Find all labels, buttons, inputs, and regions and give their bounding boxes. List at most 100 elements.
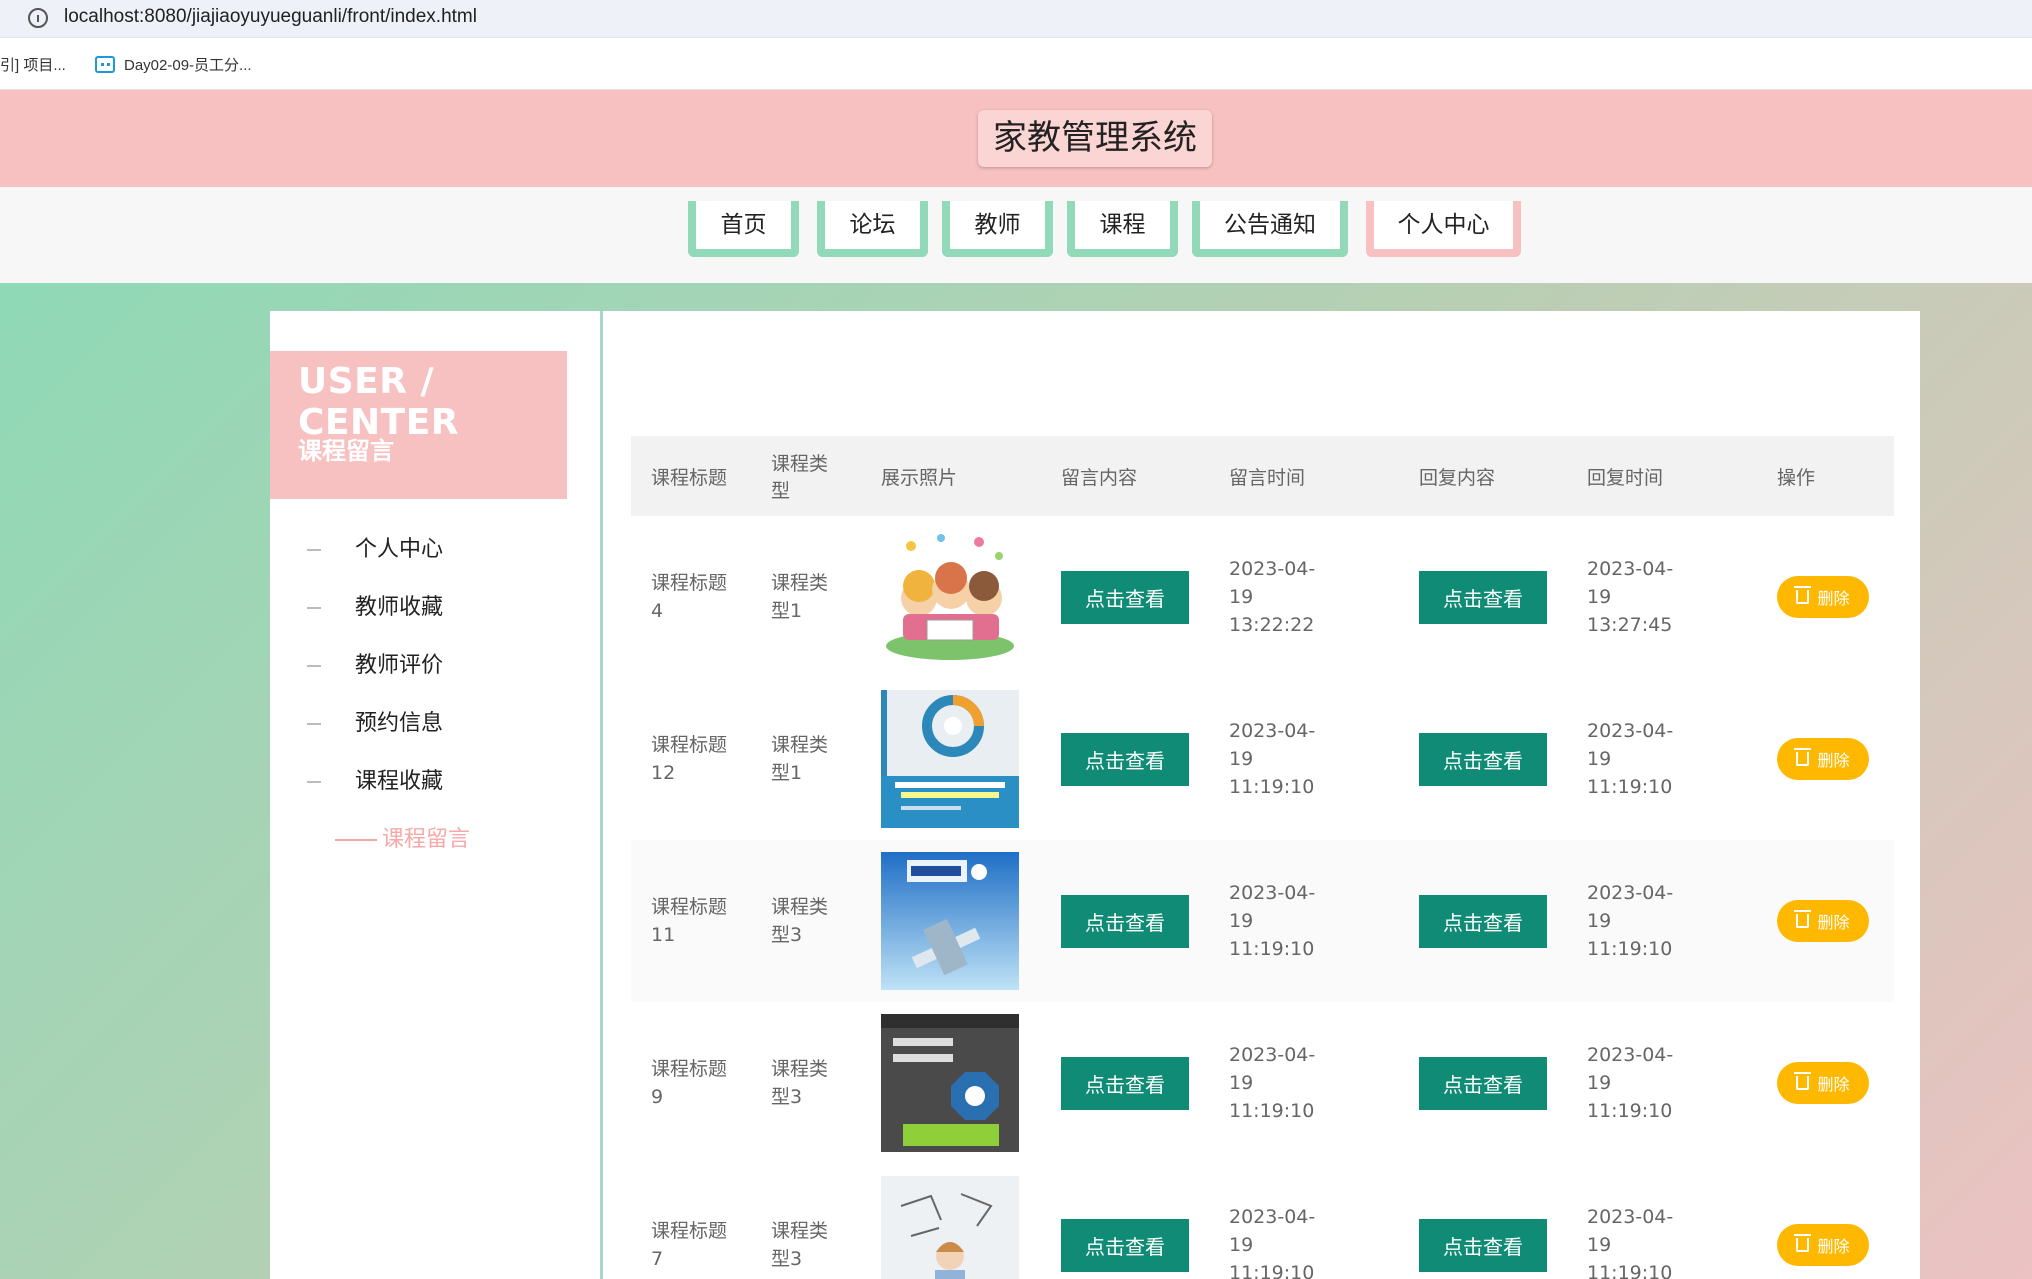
course-title-cell: 课程标题 9 <box>651 1058 728 1108</box>
course-type-cell: 课程类型3 <box>771 896 829 946</box>
message-content-cell: 点击查看 <box>1041 1002 1209 1164</box>
bookmarks-bar: 引] 项目... Day02-09-员工分... <box>0 38 2032 90</box>
trash-icon <box>1794 586 1812 604</box>
nav-notice[interactable]: 公告通知 <box>1192 201 1348 257</box>
delete-button[interactable]: 删除 <box>1777 1224 1869 1266</box>
dash-icon <box>307 549 321 551</box>
reply-time-cell: 2023-04-19 11:19:10 <box>1587 1206 1674 1279</box>
user-sidebar: USER / CENTER 课程留言 个人中心 教师收藏 教师评价 预约信息 课… <box>270 311 600 1279</box>
reply-time-cell: 2023-04-19 11:19:10 <box>1587 720 1674 798</box>
table-row: 课程标题 7 课程类型3 点击查看 2023-04-19 11:19:10 点击… <box>631 1164 1894 1279</box>
view-message-button[interactable]: 点击查看 <box>1061 570 1189 624</box>
nav-personal-center[interactable]: 个人中心 <box>1366 201 1521 257</box>
sidebar-item-label: 预约信息 <box>355 711 444 736</box>
table-row: 课程标题 4 课程类型1 点击查看 2023-04-19 13:22:22 点击… <box>631 516 1894 678</box>
view-message-button[interactable]: 点击查看 <box>1061 732 1189 786</box>
sidebar-item-teacher-favorites[interactable]: 教师收藏 <box>270 579 600 637</box>
column-header: 回复内容 <box>1419 466 1496 489</box>
sidebar-item-teacher-reviews[interactable]: 教师评价 <box>270 637 600 695</box>
sidebar-item-personal-center[interactable]: 个人中心 <box>270 521 600 579</box>
photo-cell <box>861 678 1041 840</box>
sidebar-item-appointments[interactable]: 预约信息 <box>270 695 600 753</box>
column-header: 课程类型 <box>771 453 829 502</box>
column-header: 留言时间 <box>1229 466 1306 489</box>
course-type-cell: 课程类型3 <box>771 1220 829 1270</box>
course-type-cell: 课程类型3 <box>771 1058 829 1108</box>
course-type-cell: 课程类型1 <box>771 734 829 784</box>
site-header: 家教管理系统 <box>0 90 2032 187</box>
message-time-cell: 2023-04-19 11:19:10 <box>1229 1044 1316 1122</box>
sidebar-header: USER / CENTER 课程留言 <box>270 351 567 499</box>
action-cell: 删除 <box>1757 840 1894 1002</box>
view-reply-button[interactable]: 点击查看 <box>1419 570 1547 624</box>
course-type-cell: 课程类型1 <box>771 572 829 622</box>
main-area: USER / CENTER 课程留言 个人中心 教师收藏 教师评价 预约信息 课… <box>0 283 2032 1279</box>
column-header: 课程标题 <box>651 466 728 489</box>
sidebar-item-course-favorites[interactable]: 课程收藏 <box>270 753 600 811</box>
sidebar-subtitle: 课程留言 <box>298 437 394 465</box>
dash-icon <box>335 839 377 841</box>
trash-icon <box>1794 1234 1812 1252</box>
table-row: 课程标题 11 课程类型3 点击查看 2023-04-19 11:19:10 点… <box>631 840 1894 1002</box>
student-sketch-image <box>881 1176 1019 1279</box>
action-cell: 删除 <box>1757 678 1894 840</box>
dash-icon <box>307 723 321 725</box>
view-message-button[interactable]: 点击查看 <box>1061 894 1189 948</box>
nav-teacher[interactable]: 教师 <box>942 201 1053 257</box>
view-reply-button[interactable]: 点击查看 <box>1419 894 1547 948</box>
course-title-cell: 课程标题 4 <box>651 572 728 622</box>
delete-button[interactable]: 删除 <box>1777 1062 1869 1104</box>
children-illustration-image <box>881 528 1019 666</box>
reply-time-cell: 2023-04-19 11:19:10 <box>1587 882 1674 960</box>
nav-home[interactable]: 首页 <box>688 201 799 257</box>
action-cell: 删除 <box>1757 1002 1894 1164</box>
course-title-cell: 课程标题 12 <box>651 734 728 784</box>
bookmark-item[interactable]: Day02-09-员工分... <box>95 54 252 75</box>
sidebar-item-course-messages[interactable]: 课程留言 <box>270 811 600 869</box>
message-time-cell: 2023-04-19 11:19:10 <box>1229 882 1316 960</box>
view-reply-button[interactable]: 点击查看 <box>1419 1218 1547 1272</box>
view-message-button[interactable]: 点击查看 <box>1061 1056 1189 1110</box>
bookmark-item[interactable]: 引] 项目... <box>0 54 66 75</box>
site-title: 家教管理系统 <box>978 110 1212 167</box>
photo-cell <box>861 1002 1041 1164</box>
photo-cell <box>861 516 1041 678</box>
photo-cell <box>861 840 1041 1002</box>
message-time-cell: 2023-04-19 11:19:10 <box>1229 720 1316 798</box>
delete-button[interactable]: 删除 <box>1777 576 1869 618</box>
action-cell: 删除 <box>1757 1164 1894 1279</box>
delete-button[interactable]: 删除 <box>1777 900 1869 942</box>
site-info-icon[interactable] <box>28 8 48 28</box>
sidebar-item-label: 个人中心 <box>355 537 444 562</box>
message-content-cell: 点击查看 <box>1041 678 1209 840</box>
message-time-cell: 2023-04-19 11:19:10 <box>1229 1206 1316 1279</box>
dash-icon <box>307 607 321 609</box>
dash-icon <box>307 781 321 783</box>
bookmark-label: 引] 项目... <box>0 57 66 74</box>
table-header-row: 课程标题 课程类型 展示照片 留言内容 留言时间 回复内容 回复时间 操作 <box>631 436 1894 516</box>
trash-icon <box>1794 748 1812 766</box>
reply-content-cell: 点击查看 <box>1399 678 1567 840</box>
reply-content-cell: 点击查看 <box>1399 516 1567 678</box>
reply-content-cell: 点击查看 <box>1399 1164 1567 1279</box>
table-row: 课程标题 9 课程类型3 点击查看 2023-04-19 11:19:10 点击… <box>631 1002 1894 1164</box>
reply-content-cell: 点击查看 <box>1399 1002 1567 1164</box>
sidebar-item-label: 教师收藏 <box>355 595 444 620</box>
delete-button[interactable]: 删除 <box>1777 738 1869 780</box>
message-content-cell: 点击查看 <box>1041 1164 1209 1279</box>
trash-icon <box>1794 910 1812 928</box>
column-header: 展示照片 <box>881 466 958 489</box>
bookmark-label: Day02-09-员工分... <box>124 57 252 74</box>
nav-course[interactable]: 课程 <box>1067 201 1178 257</box>
nav-forum[interactable]: 论坛 <box>817 201 928 257</box>
view-reply-button[interactable]: 点击查看 <box>1419 732 1547 786</box>
message-time-cell: 2023-04-19 13:22:22 <box>1229 558 1316 636</box>
view-message-button[interactable]: 点击查看 <box>1061 1218 1189 1272</box>
physics-book-cover-image <box>881 852 1019 990</box>
view-reply-button[interactable]: 点击查看 <box>1419 1056 1547 1110</box>
browser-url-bar[interactable]: localhost:8080/jiajiaoyuyueguanli/front/… <box>0 0 2032 38</box>
url-text[interactable]: localhost:8080/jiajiaoyuyueguanli/front/… <box>64 6 477 28</box>
main-nav: 首页 论坛 教师 课程 公告通知 个人中心 <box>0 187 2032 283</box>
message-table: 课程标题 课程类型 展示照片 留言内容 留言时间 回复内容 回复时间 操作 课程… <box>631 436 1894 1279</box>
column-header: 回复时间 <box>1587 466 1664 489</box>
